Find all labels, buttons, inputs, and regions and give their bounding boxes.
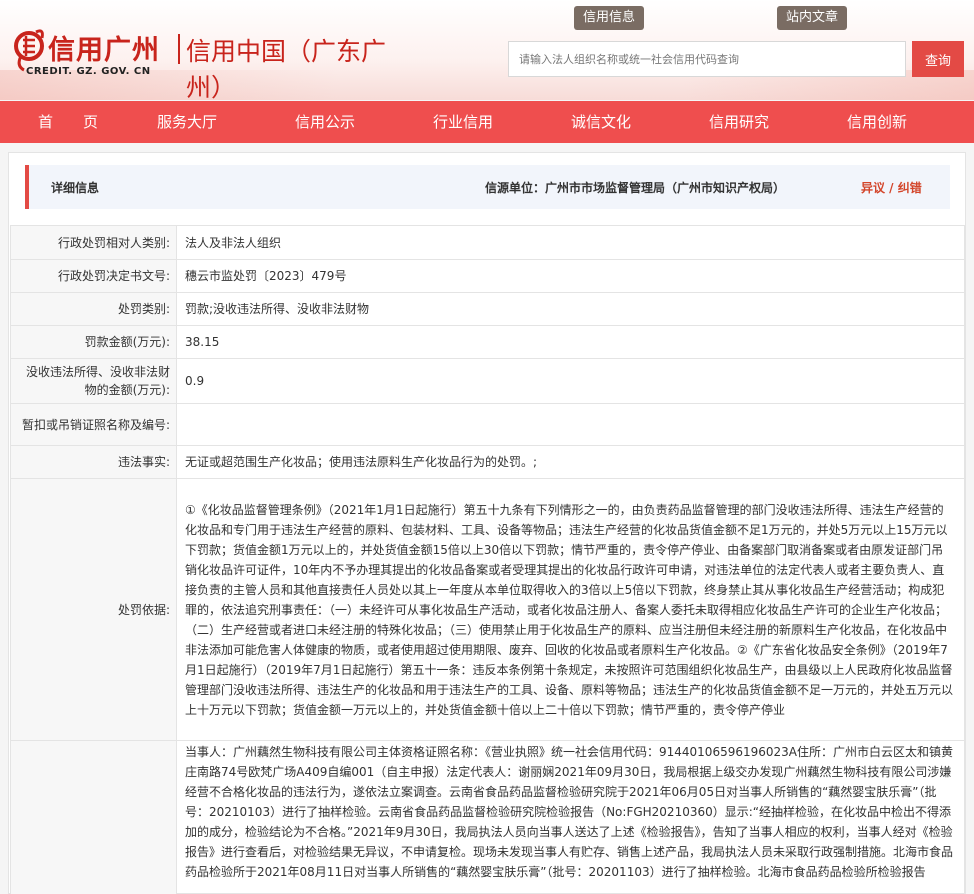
row-value: 无证或超范围生产化妆品；使用违法原料生产化妆品行为的处罚。;	[176, 445, 965, 479]
row-value: ①《化妆品监督管理条例》（2021年1月1日起施行）第五十九条有下列情形之一的，…	[176, 478, 965, 741]
site-logo[interactable]: 信用广州 CREDIT. GZ. GOV. CN 信用中国（广东广州）	[12, 24, 402, 102]
row-value: 当事人：广州藕然生物科技有限公司主体资格证照名称：《营业执照》统一社会信用代码：…	[176, 740, 965, 894]
detail-header-bar: 详细信息 信源单位：广州市市场监督管理局（广州市知识产权局） 异议 / 纠错	[25, 165, 950, 209]
logo-subtitle: 信用中国（广东广州）	[186, 37, 387, 102]
credit-info-link[interactable]: 信用信息	[574, 6, 645, 30]
table-row: 当事人：广州藕然生物科技有限公司主体资格证照名称：《营业执照》统一社会信用代码：…	[10, 740, 965, 894]
row-label: 行政处罚相对人类别:	[10, 225, 177, 260]
table-row: 处罚类别: 罚款;没收违法所得、没收非法财物	[10, 292, 965, 326]
row-value: 0.9	[176, 358, 965, 404]
table-row: 暂扣或吊销证照名称及编号:	[10, 403, 965, 446]
table-row: 违法事实: 无证或超范围生产化妆品；使用违法原料生产化妆品行为的处罚。;	[10, 445, 965, 479]
logo-name: 信用广州	[48, 35, 160, 66]
detail-title: 详细信息	[51, 181, 100, 195]
row-label: 暂扣或吊销证照名称及编号:	[10, 403, 177, 446]
search-button[interactable]: 查询	[912, 41, 964, 77]
row-label: 行政处罚决定书文号:	[10, 259, 177, 293]
table-row: 处罚依据: ①《化妆品监督管理条例》（2021年1月1日起施行）第五十九条有下列…	[10, 478, 965, 741]
site-articles-link[interactable]: 站内文章	[777, 6, 848, 30]
detail-table: 行政处罚相对人类别: 法人及非法人组织 行政处罚决定书文号: 穗云市监处罚〔20…	[10, 225, 965, 894]
main-nav: 首 页 服务大厅 信用公示 行业信用 诚信文化 信用研究 信用创新	[0, 101, 974, 143]
row-label: 处罚依据:	[10, 478, 177, 741]
nav-item-credit-innovation[interactable]: 信用创新	[808, 101, 946, 143]
nav-item-home[interactable]: 首 页	[18, 101, 118, 143]
detail-panel: 详细信息 信源单位：广州市市场监督管理局（广州市知识产权局） 异议 / 纠错 行…	[8, 152, 966, 894]
row-value: 38.15	[176, 325, 965, 359]
row-value	[176, 403, 965, 446]
logo-domain: CREDIT. GZ. GOV. CN	[26, 66, 151, 77]
nav-item-industry-credit[interactable]: 行业信用	[394, 101, 532, 143]
source-unit: 信源单位：广州市市场监督管理局（广州市知识产权局）	[485, 181, 786, 195]
row-label	[10, 740, 177, 894]
row-label: 处罚类别:	[10, 292, 177, 326]
nav-item-credit-disclosure[interactable]: 信用公示	[256, 101, 394, 143]
row-value: 穗云市监处罚〔2023〕479号	[176, 259, 965, 293]
row-label: 违法事实:	[10, 445, 177, 479]
search-input[interactable]	[508, 41, 906, 77]
nav-item-credit-research[interactable]: 信用研究	[670, 101, 808, 143]
row-label: 罚款金额(万元):	[10, 325, 177, 359]
table-row: 罚款金额(万元): 38.15	[10, 325, 965, 359]
row-value: 罚款;没收违法所得、没收非法财物	[176, 292, 965, 326]
table-row: 行政处罚决定书文号: 穗云市监处罚〔2023〕479号	[10, 259, 965, 293]
nav-item-integrity-culture[interactable]: 诚信文化	[532, 101, 670, 143]
objection-link[interactable]: 异议 / 纠错	[861, 179, 922, 196]
logo-separator	[178, 34, 180, 64]
row-label: 没收违法所得、没收非法财物的金额(万元):	[10, 358, 177, 404]
nav-item-service-hall[interactable]: 服务大厅	[118, 101, 256, 143]
row-value: 法人及非法人组织	[176, 225, 965, 260]
table-row: 没收违法所得、没收非法财物的金额(万元): 0.9	[10, 358, 965, 404]
table-row: 行政处罚相对人类别: 法人及非法人组织	[10, 225, 965, 260]
